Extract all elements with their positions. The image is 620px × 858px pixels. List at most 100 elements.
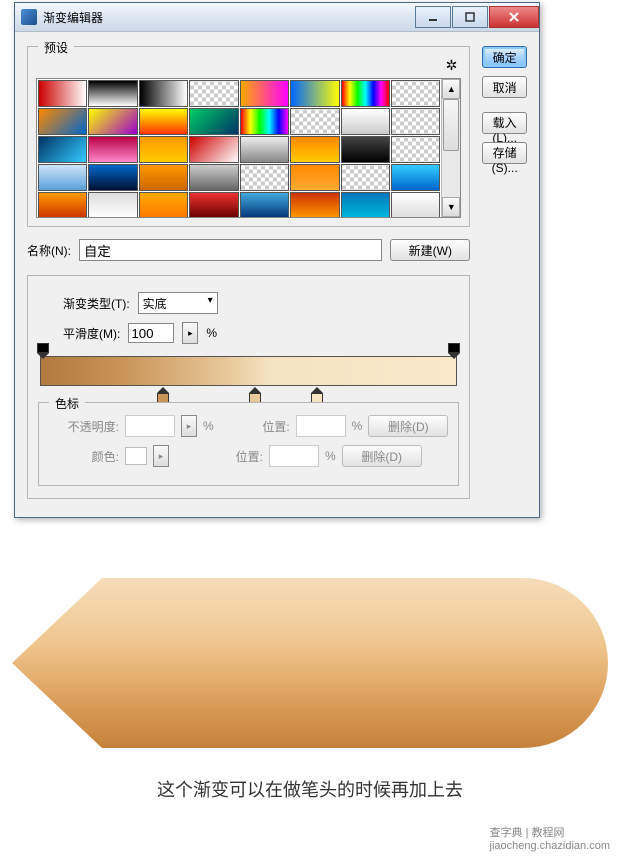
preset-swatch[interactable] (341, 192, 390, 217)
watermark-line2: jiaocheng.chazidian.com (490, 840, 610, 852)
type-label: 渐变类型(T): (63, 295, 130, 312)
opacity-input[interactable] (125, 415, 175, 437)
preset-swatch[interactable] (391, 164, 440, 191)
gear-icon[interactable]: ✲ (446, 57, 458, 74)
scroll-up-button[interactable]: ▲ (442, 79, 460, 99)
scroll-down-button[interactable]: ▼ (442, 197, 460, 217)
presets-legend: 预设 (38, 39, 74, 56)
gradient-type-group: 渐变类型(T): 实底 平滑度(M): ▸ % (27, 275, 470, 499)
preset-swatch[interactable] (391, 108, 440, 135)
opacity-stepper[interactable]: ▸ (181, 415, 197, 437)
color-picker-button[interactable]: ▸ (153, 445, 169, 467)
preset-swatch[interactable] (391, 136, 440, 163)
preset-swatch[interactable] (290, 164, 339, 191)
preset-swatch[interactable] (38, 192, 87, 217)
cancel-button[interactable]: 取消 (482, 76, 527, 98)
preset-swatch[interactable] (240, 108, 289, 135)
watermark-line1: 查字典 | 教程网 (490, 824, 610, 840)
color-position-input[interactable] (269, 445, 319, 467)
preset-swatch[interactable] (139, 108, 188, 135)
preset-swatch[interactable] (38, 136, 87, 163)
preset-swatch[interactable] (139, 80, 188, 107)
preset-swatch[interactable] (189, 108, 238, 135)
smooth-input[interactable] (128, 323, 174, 343)
pencil-shape (12, 578, 608, 748)
opacity-position-input[interactable] (296, 415, 346, 437)
color-swatch[interactable] (125, 447, 147, 465)
preset-swatch[interactable] (240, 80, 289, 107)
stops-group: 色标 不透明度: ▸ % 位置: % 删除(D) 颜色: ▸ (38, 402, 459, 486)
type-select[interactable]: 实底 (138, 292, 218, 314)
preset-swatch[interactable] (88, 164, 137, 191)
watermark: 查字典 | 教程网 jiaocheng.chazidian.com (490, 824, 610, 852)
preset-swatch[interactable] (88, 136, 137, 163)
titlebar[interactable]: 渐变编辑器 (15, 3, 539, 32)
preset-swatch[interactable] (189, 192, 238, 217)
color-stop[interactable] (249, 387, 261, 401)
preset-swatch[interactable] (341, 108, 390, 135)
position-label: 位置: (193, 448, 263, 465)
scroll-thumb[interactable] (443, 99, 459, 151)
window-title: 渐变编辑器 (43, 9, 414, 26)
preset-swatch[interactable] (139, 192, 188, 217)
opacity-stop[interactable] (448, 343, 460, 357)
presets-group: 预设 ✲ ▲ ▼ (27, 46, 470, 227)
preset-scrollbar[interactable]: ▲ ▼ (441, 79, 460, 217)
preset-swatch[interactable] (341, 80, 390, 107)
new-button[interactable]: 新建(W) (390, 239, 470, 261)
percent-sign: % (206, 326, 217, 340)
color-label: 颜色: (49, 448, 119, 465)
preset-swatch[interactable] (240, 136, 289, 163)
preset-swatch[interactable] (341, 164, 390, 191)
maximize-button[interactable] (452, 6, 488, 28)
preset-swatch[interactable] (391, 192, 440, 217)
name-label: 名称(N): (27, 242, 71, 259)
preset-swatch[interactable] (290, 80, 339, 107)
percent-sign: % (352, 419, 363, 433)
caption: 这个渐变可以在做笔头的时候再加上去 (0, 776, 620, 802)
gradient-bar[interactable] (40, 356, 457, 386)
ok-button[interactable]: 确定 (482, 46, 527, 68)
preset-swatch[interactable] (189, 164, 238, 191)
type-value: 实底 (143, 295, 167, 312)
color-stop[interactable] (157, 387, 169, 401)
app-icon (21, 9, 37, 25)
position-label: 位置: (220, 418, 290, 435)
preset-swatch[interactable] (88, 108, 137, 135)
preset-swatch[interactable] (88, 80, 137, 107)
smooth-stepper[interactable]: ▸ (182, 322, 198, 344)
preset-swatch[interactable] (139, 136, 188, 163)
stops-legend: 色标 (49, 395, 85, 412)
minimize-button[interactable] (415, 6, 451, 28)
gradient-editor-window: 渐变编辑器 预设 ✲ ▲ (14, 2, 540, 518)
color-stop[interactable] (311, 387, 323, 401)
preset-swatch[interactable] (189, 80, 238, 107)
preset-swatch[interactable] (290, 192, 339, 217)
preset-swatch[interactable] (391, 80, 440, 107)
delete-opacity-button[interactable]: 删除(D) (368, 415, 448, 437)
preset-swatch[interactable] (38, 80, 87, 107)
save-button[interactable]: 存储(S)... (482, 142, 527, 164)
percent-sign: % (325, 449, 336, 463)
preset-swatch[interactable] (189, 136, 238, 163)
preset-swatch[interactable] (290, 108, 339, 135)
preset-swatch[interactable] (139, 164, 188, 191)
name-input[interactable] (79, 239, 382, 261)
scroll-track[interactable] (442, 99, 460, 197)
opacity-stop[interactable] (37, 343, 49, 357)
preset-swatch[interactable] (290, 136, 339, 163)
preset-grid (37, 79, 441, 217)
load-button[interactable]: 载入(L)... (482, 112, 527, 134)
preset-swatch[interactable] (341, 136, 390, 163)
close-button[interactable] (489, 6, 539, 28)
preset-swatch[interactable] (240, 192, 289, 217)
percent-sign: % (203, 419, 214, 433)
preset-swatch[interactable] (38, 108, 87, 135)
opacity-label: 不透明度: (49, 418, 119, 435)
preset-swatch[interactable] (88, 192, 137, 217)
preset-swatch[interactable] (38, 164, 87, 191)
delete-color-button[interactable]: 删除(D) (342, 445, 422, 467)
preset-swatch[interactable] (240, 164, 289, 191)
smooth-label: 平滑度(M): (63, 325, 120, 342)
close-icon (508, 11, 520, 23)
